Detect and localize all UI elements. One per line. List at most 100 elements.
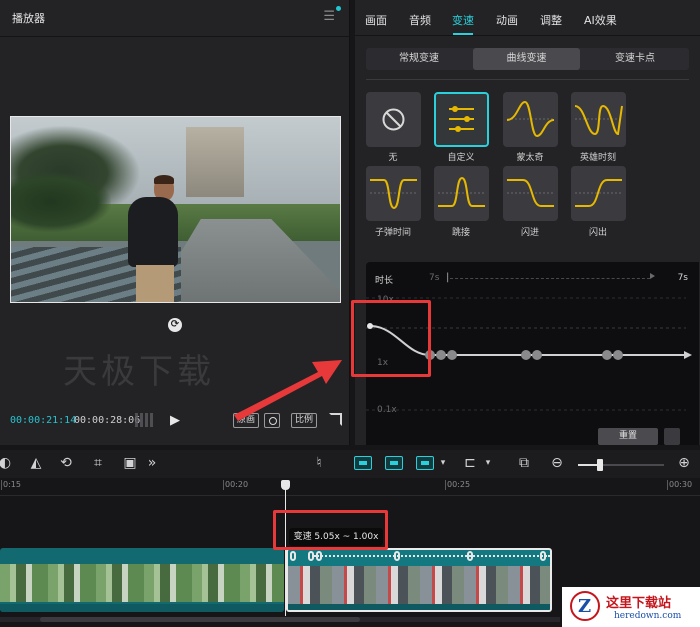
keyframe-marker[interactable] bbox=[290, 551, 296, 561]
logo-subtitle: heredown.com bbox=[614, 611, 682, 621]
highlight-box-curve bbox=[351, 300, 431, 377]
chevron-down-icon[interactable]: ▾ bbox=[434, 454, 452, 472]
preset-none[interactable] bbox=[366, 92, 421, 147]
preset-custom[interactable] bbox=[434, 92, 489, 147]
speed-mode-tabs: 常规变速 曲线变速 变速卡点 bbox=[366, 48, 689, 70]
preset-flash-out[interactable] bbox=[571, 166, 626, 221]
more-button[interactable] bbox=[664, 428, 680, 445]
subtab-normal-speed[interactable]: 常规变速 bbox=[366, 48, 472, 70]
preset-jump-cut[interactable] bbox=[434, 166, 489, 221]
logo-mark-icon bbox=[570, 591, 600, 621]
edit-icon[interactable]: ▣ bbox=[121, 454, 139, 472]
preset-label: 跳接 bbox=[451, 228, 470, 238]
zoom-in-icon[interactable]: ⊕ bbox=[675, 454, 693, 472]
hero-curve-icon bbox=[574, 104, 623, 136]
fit-screen-icon[interactable]: ⧉ bbox=[515, 454, 533, 472]
keyframe-marker[interactable] bbox=[394, 551, 400, 561]
mirror-icon[interactable]: ◭ bbox=[27, 454, 45, 472]
flash-out-curve-icon bbox=[575, 179, 622, 207]
zoom-out-icon[interactable]: ⊖ bbox=[548, 454, 566, 472]
reset-button[interactable]: 重置 bbox=[598, 428, 658, 445]
ruler-tick: 00:30 bbox=[666, 480, 693, 490]
tab-speed[interactable]: 变速 bbox=[452, 12, 474, 28]
aspect-ratio-button[interactable]: 比例 bbox=[291, 413, 318, 428]
subtab-curve-speed[interactable]: 曲线变速 bbox=[473, 48, 580, 70]
preset-montage[interactable] bbox=[503, 92, 558, 147]
preset-label: 闪出 bbox=[588, 228, 607, 238]
duration-value: 7s bbox=[677, 273, 688, 283]
current-timecode: 00:00:21:14 bbox=[10, 415, 77, 426]
duration-slider-track[interactable] bbox=[450, 278, 650, 279]
keyframe-marker[interactable] bbox=[467, 551, 473, 561]
keyframe-marker[interactable] bbox=[540, 551, 546, 561]
preview-axis-icon[interactable]: ⊏ bbox=[461, 454, 479, 472]
tab-audio[interactable]: 音频 bbox=[409, 12, 431, 28]
tab-adjust[interactable]: 调整 bbox=[540, 12, 562, 28]
y-axis-label-bottom: 0.1x bbox=[377, 405, 397, 415]
divider bbox=[366, 79, 689, 80]
montage-curve-icon bbox=[506, 100, 555, 138]
preset-label: 无 bbox=[388, 153, 398, 163]
tab-underline bbox=[453, 33, 473, 35]
keyframe-marker[interactable] bbox=[308, 551, 314, 561]
speed-curve-dots bbox=[314, 555, 550, 557]
main-track-magnet-icon[interactable] bbox=[354, 456, 372, 470]
preset-label: 闪进 bbox=[520, 228, 539, 238]
timeline-ruler[interactable]: 0:15 00:20 00:25 00:30 bbox=[0, 478, 700, 496]
playhead-handle[interactable] bbox=[281, 480, 290, 490]
speed-curve-bar bbox=[288, 550, 550, 562]
microphone-icon[interactable]: ♮ bbox=[310, 454, 328, 472]
tab-picture[interactable]: 画面 bbox=[365, 12, 387, 28]
playhead-line[interactable] bbox=[285, 486, 286, 616]
preset-bullet-time[interactable] bbox=[366, 166, 421, 221]
duration-slider-handle[interactable]: | bbox=[446, 272, 449, 283]
flash-in-curve-icon bbox=[507, 179, 554, 207]
player-panel: 播放器 ☰ ⟳ 天极下载 00:00:21:14 00:00:28:06 ▶ 原… bbox=[0, 0, 350, 445]
sync-icon[interactable]: ⟳ bbox=[168, 318, 182, 332]
video-person bbox=[116, 175, 178, 302]
preset-label: 自定义 bbox=[447, 153, 475, 163]
tab-ai-effects[interactable]: AI效果 bbox=[584, 12, 617, 28]
zoom-slider-handle[interactable] bbox=[597, 459, 603, 471]
rotate-icon[interactable]: ⟲ bbox=[57, 454, 75, 472]
more-tools-icon[interactable]: » bbox=[143, 454, 161, 472]
linkage-icon[interactable] bbox=[416, 456, 434, 470]
menu-icon[interactable]: ☰ bbox=[323, 9, 335, 24]
divider bbox=[0, 36, 350, 37]
crop-icon[interactable]: ⌗ bbox=[89, 454, 107, 472]
tab-animation[interactable]: 动画 bbox=[496, 12, 518, 28]
waveform-icon[interactable] bbox=[135, 413, 153, 427]
video-preview[interactable] bbox=[10, 116, 341, 303]
video-building bbox=[186, 127, 244, 197]
timeline-toolbar: ◐ ◭ ⟲ ⌗ ▣ » ♮ ▾ ⊏ ▾ ⧉ ⊖ ⊕ bbox=[0, 450, 700, 478]
preset-label: 子弹时间 bbox=[374, 228, 411, 238]
zoom-icon[interactable] bbox=[264, 413, 280, 428]
video-clip-selected[interactable] bbox=[286, 548, 552, 612]
duration-arrow bbox=[650, 273, 655, 279]
play-circle-icon[interactable]: ◐ bbox=[0, 454, 14, 472]
bullet-time-curve-icon bbox=[370, 179, 417, 210]
ruler-tick: 0:15 bbox=[1, 480, 21, 490]
fullscreen-icon[interactable] bbox=[329, 413, 342, 426]
video-clip[interactable] bbox=[0, 548, 284, 612]
preset-flash-in[interactable] bbox=[503, 166, 558, 221]
chevron-down-icon[interactable]: ▾ bbox=[479, 454, 497, 472]
timeline-scroll-thumb[interactable] bbox=[40, 617, 360, 622]
duration-min: 7s bbox=[429, 273, 440, 283]
duration-label: 时长 bbox=[375, 276, 394, 286]
keyframe-marker[interactable] bbox=[316, 551, 322, 561]
watermark: 天极下载 bbox=[63, 352, 215, 392]
play-button[interactable]: ▶ bbox=[170, 413, 180, 428]
subtab-speed-beat[interactable]: 变速卡点 bbox=[581, 48, 689, 70]
curve-arrow bbox=[684, 351, 692, 359]
ruler-tick: 00:25 bbox=[444, 480, 471, 490]
clip-thumbnails bbox=[0, 564, 284, 602]
preset-hero-moment[interactable] bbox=[571, 92, 626, 147]
logo-title: 这里下载站 bbox=[606, 596, 672, 611]
sliders-icon bbox=[449, 106, 474, 132]
total-timecode: 00:00:28:06 bbox=[74, 415, 141, 426]
player-title: 播放器 bbox=[12, 12, 45, 25]
auto-snap-icon[interactable] bbox=[385, 456, 403, 470]
original-quality-button[interactable]: 原画 bbox=[233, 413, 260, 428]
highlight-box-tooltip bbox=[273, 510, 388, 550]
